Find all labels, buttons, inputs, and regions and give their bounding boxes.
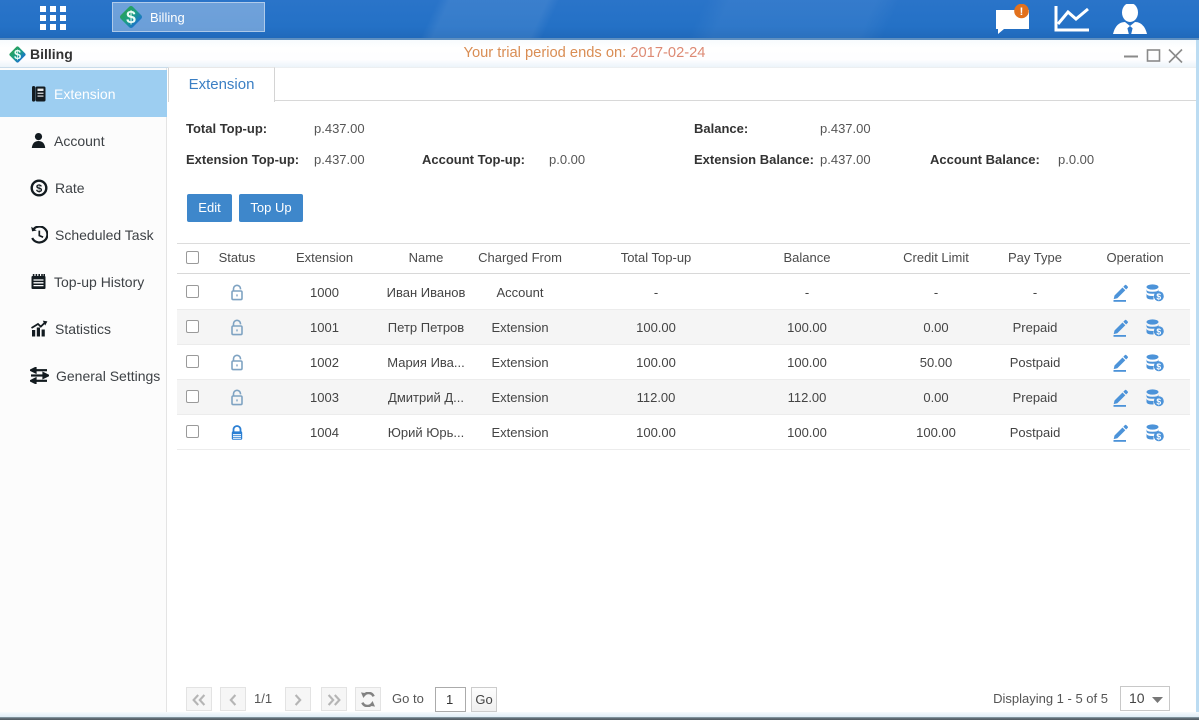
svg-text:$: $ (1156, 326, 1161, 336)
svg-text:$: $ (1156, 361, 1161, 371)
svg-text:$: $ (126, 7, 136, 27)
svg-text:$: $ (36, 183, 43, 195)
svg-text:!: ! (1020, 6, 1024, 18)
svg-text:$: $ (1156, 396, 1161, 406)
svg-text:$: $ (1156, 431, 1161, 441)
svg-text:$: $ (1156, 291, 1161, 301)
